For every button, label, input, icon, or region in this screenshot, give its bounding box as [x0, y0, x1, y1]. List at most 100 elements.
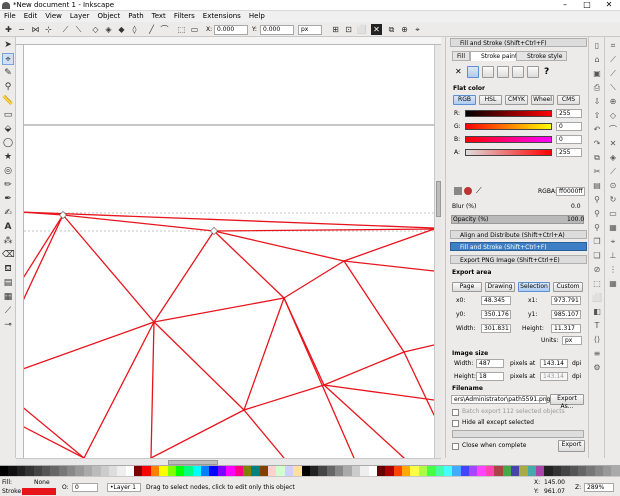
vertical-scroll-thumb[interactable]	[436, 181, 441, 217]
curve-segment-icon[interactable]: ⌒	[159, 24, 170, 35]
menu-help[interactable]: Help	[245, 11, 269, 22]
palette-swatch[interactable]	[326, 466, 335, 476]
redo-icon[interactable]: ↷	[592, 139, 602, 149]
fill-stroke-header[interactable]: Fill and Stroke (Shift+Ctrl+F)	[450, 38, 587, 47]
channel-r-slider[interactable]	[465, 110, 552, 117]
zoom-drawing-icon[interactable]: ⚲	[592, 209, 602, 219]
palette-swatch[interactable]	[544, 466, 553, 476]
swatch-button[interactable]	[527, 66, 539, 78]
area-height-field[interactable]: 11.317	[551, 324, 581, 333]
snap-page-icon[interactable]: ▭	[608, 209, 618, 219]
fill-stroke-icon[interactable]: ◧	[592, 307, 602, 317]
palette-swatch[interactable]	[33, 466, 42, 476]
measure-tool-icon[interactable]: 📏	[2, 95, 14, 107]
palette-swatch[interactable]	[234, 466, 243, 476]
unit-select[interactable]: px	[298, 25, 322, 35]
minimize-button[interactable]: –	[554, 0, 576, 10]
x1-field[interactable]: 973.791	[551, 296, 581, 305]
zoom-field[interactable]: 289%	[584, 483, 614, 492]
paste-icon[interactable]: ▤	[592, 181, 602, 191]
layer-select[interactable]: •Layer 1	[107, 483, 141, 492]
palette-swatch[interactable]	[16, 466, 26, 476]
area-width-field[interactable]: 301.831	[481, 324, 511, 333]
palette-swatch[interactable]	[519, 466, 528, 476]
palette-swatch[interactable]	[494, 466, 503, 476]
dpi-field[interactable]: 143.14	[540, 359, 568, 368]
break-path-icon[interactable]: ⊹	[43, 24, 54, 35]
bucket-tool-icon[interactable]: ⛾	[2, 263, 14, 275]
palette-swatch[interactable]	[150, 466, 160, 476]
palette-swatch[interactable]	[134, 466, 143, 476]
export-as-button[interactable]: Export As...	[550, 394, 584, 410]
palette-swatch[interactable]	[175, 466, 185, 476]
horizontal-scrollbar[interactable]	[16, 458, 441, 465]
palette-swatch[interactable]	[435, 466, 444, 476]
palette-swatch[interactable]	[343, 466, 352, 476]
clone-icon[interactable]: ❏	[592, 251, 602, 261]
snap-intersection-icon[interactable]: ✕	[608, 139, 618, 149]
zoom-selection-icon[interactable]: ⚲	[592, 195, 602, 205]
fill-indicator-value[interactable]: None	[34, 479, 50, 487]
image-height-field[interactable]: 18	[476, 372, 504, 381]
palette-swatch[interactable]	[586, 466, 595, 476]
text-tool-icon[interactable]: A	[2, 221, 14, 233]
mode-wheel[interactable]: Wheel	[531, 95, 554, 105]
menu-file[interactable]: File	[0, 11, 20, 22]
palette-swatch[interactable]	[226, 466, 235, 476]
y-coordinate-field[interactable]: 0.000	[260, 25, 294, 35]
zoom-tool-icon[interactable]: ⚲	[2, 81, 14, 93]
cut-icon[interactable]: ✂	[592, 167, 602, 177]
palette-swatch[interactable]	[159, 466, 168, 476]
mode-rgb[interactable]: RGB	[453, 95, 476, 105]
palette-swatch[interactable]	[251, 466, 260, 476]
y1-field[interactable]: 985.107	[551, 310, 581, 319]
line-segment-icon[interactable]: ╱	[146, 24, 157, 35]
export-png-header[interactable]: Export PNG Image (Shift+Ctrl+E)	[450, 255, 587, 264]
palette-swatch[interactable]	[117, 466, 126, 476]
snap-bbox-icon[interactable]: ⧉	[386, 24, 397, 35]
show-outline-icon[interactable]: ⬜	[356, 24, 367, 35]
stroke-to-path-icon[interactable]: ▭	[189, 24, 200, 35]
undo-icon[interactable]: ↶	[592, 125, 602, 135]
group-icon[interactable]: ⬚	[592, 279, 602, 289]
snap-smooth-icon[interactable]: ◈	[608, 153, 618, 163]
close-when-complete-checkbox[interactable]	[452, 443, 459, 450]
eraser-tool-icon[interactable]: ⌫	[2, 249, 15, 261]
opacity-value[interactable]: 100.0	[567, 216, 584, 224]
channel-g-slider[interactable]	[465, 123, 552, 130]
menu-edit[interactable]: Edit	[20, 11, 42, 22]
palette-swatch[interactable]	[41, 466, 51, 476]
unlink-clone-icon[interactable]: ⊘	[592, 265, 602, 275]
node-tool-icon[interactable]: ⌖	[2, 53, 14, 65]
symmetric-node-icon[interactable]: ◆	[116, 24, 127, 35]
snap-others-icon[interactable]: ⋮	[608, 265, 618, 275]
import-icon[interactable]: ⇩	[592, 97, 602, 107]
menu-text[interactable]: Text	[148, 11, 170, 22]
snap-nodes-cusp-icon[interactable]: ◇	[608, 111, 618, 121]
palette-swatch[interactable]	[284, 466, 294, 476]
close-button[interactable]: ✕	[598, 0, 620, 10]
spiral-tool-icon[interactable]: ◎	[2, 165, 14, 177]
palette-swatch[interactable]	[293, 466, 302, 476]
palette-swatch[interactable]	[611, 466, 620, 476]
preferences-icon[interactable]: ⚙	[592, 363, 602, 373]
channel-g-value[interactable]: 0	[556, 122, 582, 131]
palette-swatch[interactable]	[276, 466, 285, 476]
align-icon[interactable]: ≡	[592, 349, 602, 359]
color-picker-icon[interactable]: ⟋	[476, 186, 482, 196]
palette-swatch[interactable]	[25, 466, 34, 476]
color-palette[interactable]	[0, 465, 620, 476]
y0-field[interactable]: 350.176	[481, 310, 511, 319]
palette-swatch[interactable]	[108, 466, 118, 476]
hide-all-checkbox[interactable]	[452, 420, 459, 427]
channel-a-slider[interactable]	[465, 149, 552, 156]
snap-rotation-icon[interactable]: ↻	[608, 195, 618, 205]
menu-path[interactable]: Path	[124, 11, 147, 22]
show-transform-handles-icon[interactable]: ⊞	[330, 24, 341, 35]
mode-cmyk[interactable]: CMYK	[505, 95, 528, 105]
palette-swatch[interactable]	[50, 466, 59, 476]
palette-swatch[interactable]	[318, 466, 327, 476]
palette-swatch[interactable]	[92, 466, 101, 476]
palette-swatch[interactable]	[393, 466, 402, 476]
menu-extensions[interactable]: Extensions	[199, 11, 245, 22]
